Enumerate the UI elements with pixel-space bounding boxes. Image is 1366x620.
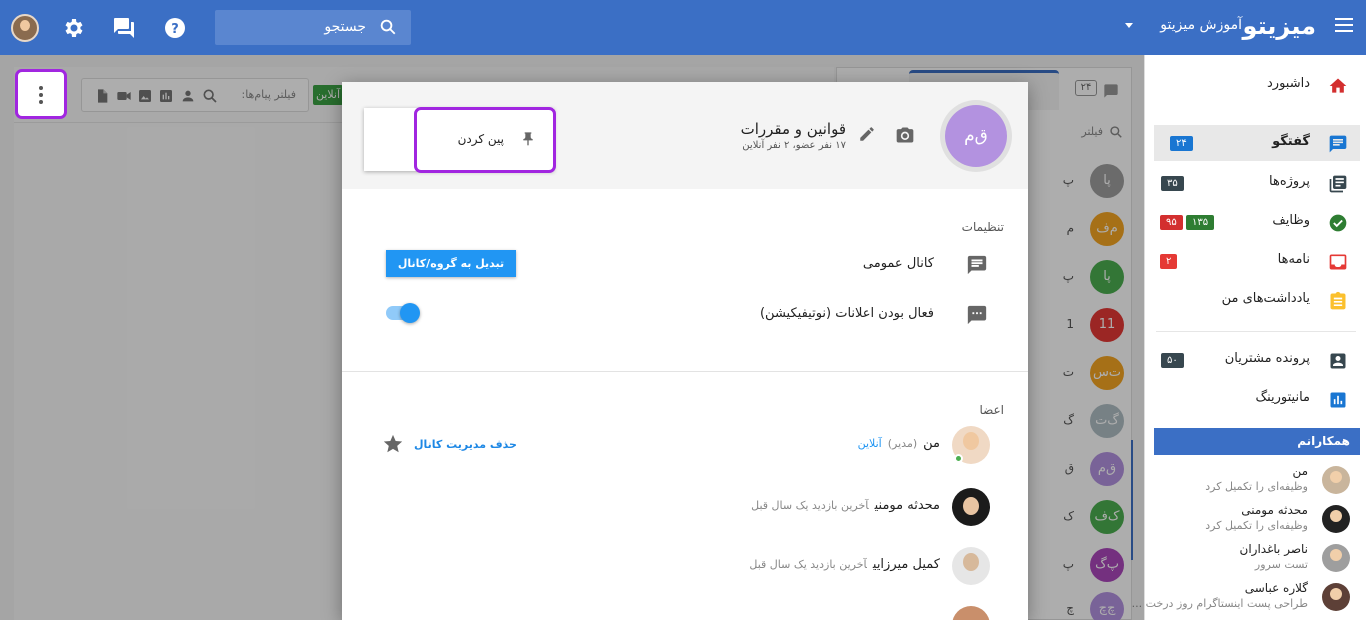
- notifications-toggle[interactable]: [386, 303, 420, 323]
- pin-highlight: [414, 107, 556, 173]
- sidebar-item-projects[interactable]: پروژه‌ها ۳۵: [1144, 165, 1366, 201]
- online-indicator: [954, 454, 963, 463]
- members-title: اعضا: [979, 403, 1004, 417]
- member-row[interactable]: من (مدیر) آنلاین حذف مدیریت کانال: [342, 420, 1028, 470]
- edit-icon[interactable]: [858, 125, 876, 143]
- member-name: محدثه مومنی: [874, 498, 940, 513]
- star-icon[interactable]: [382, 433, 404, 455]
- channel-settings-dialog: ق‌م قوانین و مقررات ۱۷ نفر عضو، ۲ نفر آن…: [342, 82, 1028, 620]
- notes-icon: [1330, 291, 1346, 310]
- channel-avatar[interactable]: ق‌م: [940, 100, 1012, 172]
- chat-bubbles-icon[interactable]: [112, 16, 136, 40]
- member-row[interactable]: محدثه مومنی آخرین بازدید یک سال قبل: [342, 482, 1028, 532]
- customers-count-badge: ۵۰: [1161, 353, 1184, 368]
- sms-icon: [967, 305, 987, 325]
- more-vert-icon: [39, 86, 43, 90]
- colleague-item[interactable]: ناصر باغداران تست سرور: [1144, 538, 1366, 578]
- colleague-item[interactable]: محدثه مومنی وظیفه‌ای را تکمیل کرد: [1144, 499, 1366, 539]
- member-last-seen: آخرین بازدید یک سال قبل: [751, 499, 869, 512]
- sidebar-item-tasks[interactable]: وظایف ۱۳۵ ۹۵: [1144, 204, 1366, 240]
- colleague-item[interactable]: گلاره عباسی طراحی پست اینستاگرام روز درخ…: [1132, 577, 1366, 617]
- customers-icon: [1330, 353, 1346, 369]
- tasks-done-badge: ۱۳۵: [1186, 215, 1215, 230]
- member-status: آنلاین: [857, 437, 882, 450]
- colleague-item[interactable]: من وظیفه‌ای را تکمیل کرد: [1144, 460, 1366, 500]
- convert-to-regular-button[interactable]: تبدیل به گروه/کانال عادی: [386, 250, 516, 297]
- letters-icon: [1329, 254, 1347, 270]
- projects-icon: [1329, 175, 1347, 193]
- notifications-label: فعال بودن اعلانات (نوتیفیکیشن): [759, 306, 934, 321]
- member-last-seen: آخرین بازدید یک سال قبل: [749, 558, 867, 571]
- message-icon: [967, 255, 987, 275]
- search-placeholder: جستجو: [324, 19, 366, 35]
- camera-icon[interactable]: [895, 125, 915, 145]
- global-search-input[interactable]: جستجو: [215, 10, 411, 45]
- hamburger-menu-icon[interactable]: [1335, 18, 1353, 32]
- sidebar-item-letters[interactable]: نامه‌ها ۲: [1144, 243, 1366, 279]
- gear-icon[interactable]: [61, 16, 85, 40]
- avatar: [952, 426, 990, 464]
- sidebar-item-notes[interactable]: یادداشت‌های من: [1144, 282, 1366, 318]
- member-name: من: [923, 436, 940, 451]
- svg-text:?: ?: [171, 22, 179, 37]
- letters-count-badge: ۲: [1160, 254, 1178, 269]
- avatar: [1322, 544, 1350, 572]
- member-row[interactable]: کمیل میرزایی آخرین بازدید یک سال قبل: [342, 541, 1028, 591]
- more-options-button[interactable]: [15, 69, 67, 119]
- colleagues-header: همکارانم: [1154, 428, 1360, 455]
- settings-title: تنظیمات: [961, 220, 1004, 234]
- help-icon[interactable]: ?: [163, 16, 187, 40]
- toggle-knob: [400, 303, 420, 323]
- avatar: [1322, 505, 1350, 533]
- avatar: [952, 547, 990, 585]
- org-dropdown-icon[interactable]: [1125, 23, 1133, 28]
- remove-admin-button[interactable]: حذف مدیریت کانال: [414, 438, 517, 451]
- chat-count-badge: ۲۴: [1170, 136, 1193, 151]
- avatar: [1322, 466, 1350, 494]
- sidebar-item-chat[interactable]: گفتگو ۲۴: [1154, 125, 1360, 161]
- public-channel-label: کانال عمومی: [862, 256, 934, 271]
- brand-logo[interactable]: میزیتو: [1243, 12, 1316, 40]
- home-icon: [1329, 78, 1347, 93]
- avatar: [952, 606, 990, 620]
- avatar: [1322, 583, 1350, 611]
- chat-icon: [1329, 135, 1347, 153]
- avatar: [952, 488, 990, 526]
- member-role: (مدیر): [887, 437, 918, 450]
- sidebar-divider: [1156, 331, 1356, 332]
- member-row[interactable]: [342, 600, 1028, 620]
- channel-subtitle: ۱۷ نفر عضو، ۲ نفر آنلاین: [742, 140, 846, 151]
- monitoring-icon: [1330, 392, 1346, 408]
- tasks-overdue-badge: ۹۵: [1160, 215, 1183, 230]
- search-icon: [380, 19, 396, 35]
- org-name[interactable]: آموزش میزیتو: [1160, 17, 1242, 33]
- top-bar: ? جستجو آموزش میزیتو میزیتو: [0, 0, 1366, 55]
- member-name: کمیل میرزایی: [872, 557, 940, 572]
- tasks-icon: [1329, 214, 1347, 232]
- user-avatar[interactable]: [11, 14, 39, 42]
- sidebar-item-monitoring[interactable]: مانیتورینگ: [1144, 381, 1366, 417]
- sidebar: داشبورد گفتگو ۲۴ پروژه‌ها ۳۵ وظایف ۱۳۵ ۹…: [1132, 55, 1366, 620]
- sidebar-item-dashboard[interactable]: داشبورد: [1144, 67, 1366, 103]
- dialog-divider: [342, 371, 1028, 372]
- sidebar-item-customers[interactable]: پرونده مشتریان ۵۰: [1144, 342, 1366, 378]
- projects-count-badge: ۳۵: [1161, 176, 1184, 191]
- channel-title: قوانین و مقررات: [740, 120, 846, 138]
